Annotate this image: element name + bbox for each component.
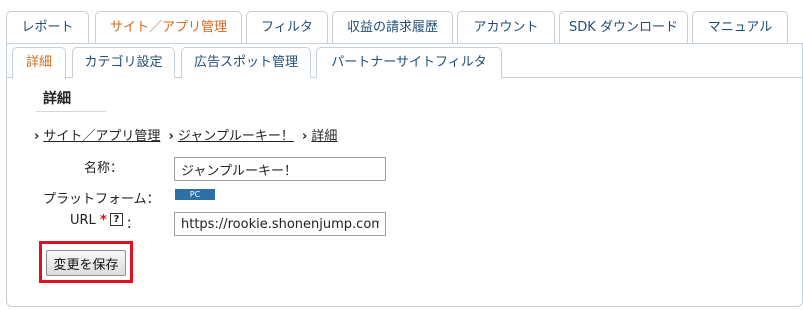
breadcrumb-details[interactable]: 詳細 xyxy=(311,129,337,144)
chevron-right-icon: › xyxy=(168,129,174,144)
sub-tab-partner-site-filter[interactable]: パートナーサイトフィルタ xyxy=(316,47,502,78)
platform-label: プラットフォーム： xyxy=(43,192,160,207)
chevron-right-icon: › xyxy=(34,129,40,144)
tab-account[interactable]: アカウント xyxy=(457,11,555,44)
tab-sdk-download[interactable]: SDK ダウンロード xyxy=(559,11,688,44)
tab-filter[interactable]: フィルタ xyxy=(246,11,328,44)
tab-manual[interactable]: マニュアル xyxy=(692,11,788,44)
sub-tab-ad-spot-management[interactable]: 広告スポット管理 xyxy=(181,47,311,78)
breadcrumb: › サイト／アプリ管理 › ジャンプルーキー！ › 詳細 xyxy=(34,125,337,144)
breadcrumb-site-name[interactable]: ジャンプルーキー！ xyxy=(178,129,294,144)
section-divider xyxy=(36,111,106,112)
sub-tab-category-settings[interactable]: カテゴリ設定 xyxy=(72,47,175,78)
url-colon: ： xyxy=(126,217,140,232)
tab-report[interactable]: レポート xyxy=(6,11,89,44)
help-icon[interactable]: ? xyxy=(110,213,123,226)
save-button[interactable]: 変更を保存 xyxy=(46,250,126,276)
required-mark: * xyxy=(99,213,107,228)
main-tab-bar: レポート サイト／アプリ管理 フィルタ 収益の請求履歴 アカウント SDK ダウ… xyxy=(6,11,803,44)
platform-badge: PC xyxy=(175,189,215,200)
section-title: 詳細 xyxy=(43,91,71,107)
sub-tab-details[interactable]: 詳細 xyxy=(12,47,66,79)
tab-revenue-billing-history[interactable]: 収益の請求履歴 xyxy=(332,11,453,44)
name-label: 名称： xyxy=(84,161,124,176)
tab-site-app-management[interactable]: サイト／アプリ管理 xyxy=(95,11,242,44)
url-input[interactable] xyxy=(174,212,386,236)
breadcrumb-site-app-management[interactable]: サイト／アプリ管理 xyxy=(43,129,160,144)
url-label: URL * xyxy=(70,213,107,228)
url-label-text: URL xyxy=(70,213,96,228)
chevron-right-icon: › xyxy=(301,129,308,144)
name-input[interactable] xyxy=(174,157,386,181)
